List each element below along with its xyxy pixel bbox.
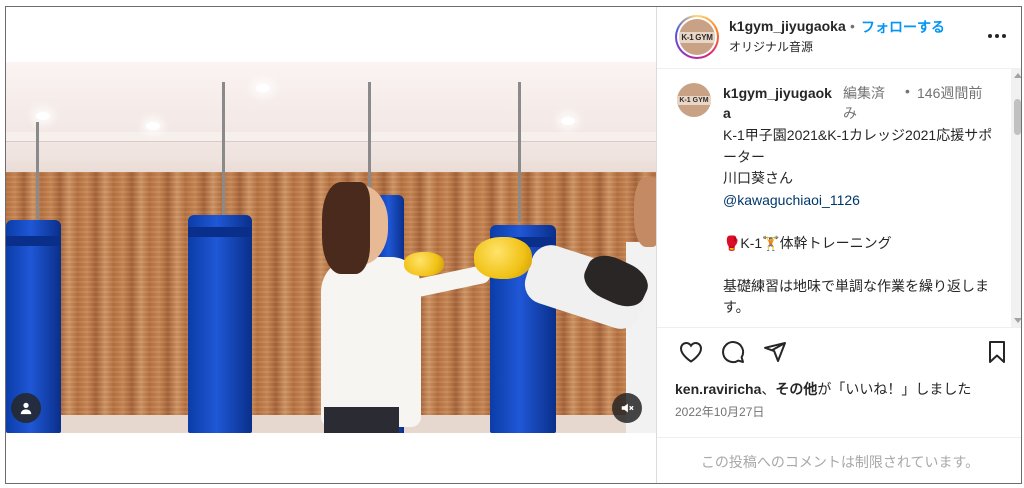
heart-icon[interactable] — [677, 338, 705, 366]
post-age[interactable]: 146週間前 — [917, 83, 989, 103]
caption-line: 基礎練習は地味で単調な作業を繰り返します。 — [723, 277, 989, 316]
send-icon[interactable] — [761, 338, 789, 366]
post-window: K-1 GYM k1gym_jiyugaoka • フォローする オリジナル音源… — [5, 6, 1022, 484]
liked-by-user[interactable]: ken.raviricha — [675, 381, 761, 397]
username-link[interactable]: k1gym_jiyugaoka — [729, 18, 846, 34]
caption-text: K-1甲子園2021&K-1カレッジ2021応援サポーター 川口葵さん @kaw… — [723, 125, 1003, 319]
separator-dot: • — [905, 83, 910, 99]
chain — [368, 82, 371, 197]
caption-avatar[interactable]: K-1 GYM — [677, 83, 711, 117]
caption-username[interactable]: k1gym_jiyugaoka — [723, 83, 839, 123]
follow-button[interactable]: フォローする — [861, 17, 945, 37]
scroll-thumb[interactable] — [1014, 99, 1021, 135]
caption-scrollbar[interactable] — [1011, 69, 1021, 327]
boxing-glove-left — [404, 252, 444, 276]
post-side-panel: K-1 GYM k1gym_jiyugaoka • フォローする オリジナル音源… — [656, 7, 1021, 483]
comments-disabled-notice: この投稿へのコメントは制限されています。 — [657, 437, 1021, 483]
caption-line: 川口葵さん — [723, 170, 793, 186]
caption-line: 🥊K-1🏋体幹トレーニング — [723, 234, 892, 251]
boxer-hair — [322, 182, 370, 274]
trainer-head — [634, 177, 657, 247]
likes-others-link[interactable]: その他 — [775, 381, 817, 397]
boxer-shirt — [321, 257, 421, 427]
bookmark-icon[interactable] — [983, 338, 1011, 366]
post-date[interactable]: 2022年10月27日 — [675, 403, 764, 420]
avatar-logo: K-1 GYM — [679, 31, 715, 43]
likes-summary: ken.raviricha、その他が「いいね！」しました — [675, 379, 971, 399]
more-horizontal-icon[interactable] — [984, 23, 1010, 49]
speaker-muted-icon[interactable] — [612, 393, 642, 423]
audio-link[interactable]: オリジナル音源 — [729, 38, 813, 55]
post-header: K-1 GYM k1gym_jiyugaoka • フォローする オリジナル音源 — [657, 7, 1021, 69]
ceiling-beam — [6, 132, 657, 142]
chain — [518, 82, 521, 222]
mention-link[interactable]: @kawaguchiaoi_1126 — [723, 190, 1003, 212]
scroll-down-arrow-icon[interactable] — [1014, 318, 1021, 323]
separator-dot: • — [850, 18, 855, 34]
ceiling-light — [561, 117, 575, 125]
post-video[interactable] — [6, 62, 657, 433]
ceiling-light — [36, 112, 50, 120]
edited-label: 編集済み — [843, 85, 885, 121]
boxer-pants — [324, 407, 399, 433]
ceiling-light — [256, 84, 270, 92]
comment-icon[interactable] — [719, 338, 747, 366]
caption-line: K-1甲子園2021&K-1カレッジ2021応援サポーター — [723, 127, 993, 165]
ceiling — [6, 62, 657, 182]
person-icon[interactable] — [11, 393, 41, 423]
action-bar — [657, 327, 1021, 377]
caption-area: K-1 GYM k1gym_jiyugaoka 編集済み • 146週間前 K-… — [657, 69, 1009, 327]
ceiling-light — [146, 122, 160, 130]
avatar[interactable]: K-1 GYM — [675, 15, 719, 59]
boxing-glove-right — [474, 237, 532, 279]
avatar-logo: K-1 GYM — [677, 95, 711, 105]
punching-bag — [188, 215, 252, 433]
likes-suffix: が「いいね！」しました — [817, 381, 972, 397]
chain — [36, 122, 39, 222]
likes-separator: 、 — [761, 381, 776, 397]
scroll-up-arrow-icon[interactable] — [1014, 73, 1021, 78]
chain — [222, 82, 225, 217]
